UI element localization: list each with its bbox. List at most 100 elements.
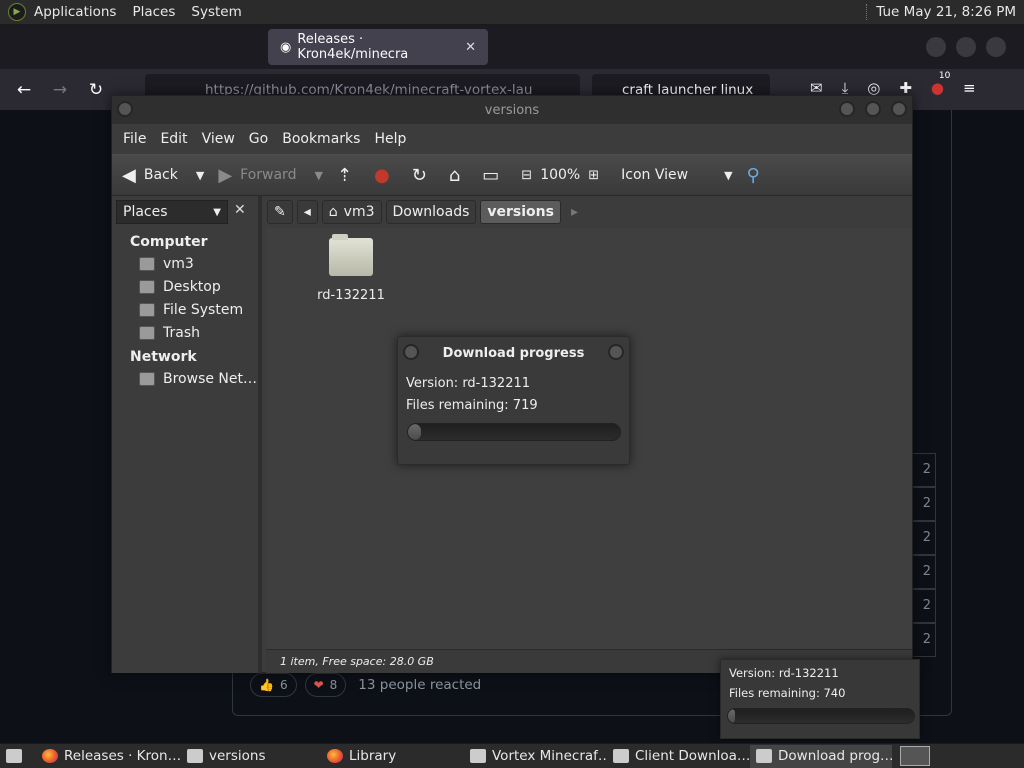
show-desktop-icon bbox=[6, 749, 22, 763]
window-title: versions bbox=[484, 102, 540, 118]
menu-bar: File Edit View Go Bookmarks Help bbox=[112, 124, 912, 154]
back-arrow-icon[interactable]: ← bbox=[6, 80, 42, 100]
sidebar-item-browse-network[interactable]: Browse Net… bbox=[139, 371, 257, 387]
distro-logo-icon[interactable]: ▶ bbox=[8, 3, 26, 21]
menu-go[interactable]: Go bbox=[242, 131, 275, 147]
menu-help[interactable]: Help bbox=[367, 131, 413, 147]
reload-icon: ↻ bbox=[411, 164, 427, 186]
menu-applications[interactable]: Applications bbox=[26, 4, 124, 20]
forward-icon: ▶ bbox=[218, 164, 233, 186]
download-progress-dialog: Download progress Version: rd-132211 Fil… bbox=[397, 336, 630, 465]
edit-location-button[interactable]: ✎ bbox=[267, 200, 293, 224]
browser-tab-strip: ◉ Releases · Kron4ek/minecra ✕ bbox=[0, 25, 1024, 69]
chevron-down-icon[interactable]: ▼ bbox=[314, 169, 322, 182]
path-crumb-versions[interactable]: versions bbox=[480, 200, 561, 224]
menu-file[interactable]: File bbox=[116, 131, 153, 147]
top-panel: ▶ Applications Places System Tue May 21,… bbox=[0, 0, 1024, 25]
browser-window-controls bbox=[926, 37, 1024, 57]
stop-button[interactable]: ● bbox=[374, 165, 398, 186]
path-back-button[interactable]: ◂ bbox=[296, 200, 318, 224]
firefox-icon bbox=[327, 749, 343, 763]
show-desktop-button[interactable] bbox=[0, 745, 36, 768]
sidebar-item-label: Desktop bbox=[163, 279, 221, 295]
sidebar-selector[interactable]: Places ▼ bbox=[116, 200, 228, 224]
home-button[interactable]: ⌂ bbox=[449, 165, 468, 186]
trash-icon bbox=[139, 326, 155, 340]
search-button[interactable]: ⚲ bbox=[747, 165, 768, 186]
close-tab-icon[interactable]: ✕ bbox=[465, 40, 476, 55]
menu-edit[interactable]: Edit bbox=[153, 131, 194, 147]
maximize-button[interactable] bbox=[956, 37, 976, 57]
sidebar-item-label: File System bbox=[163, 302, 244, 318]
version-text: Version: rd-132211 bbox=[729, 666, 839, 680]
sidebar-item-label: Browse Net… bbox=[163, 371, 258, 387]
home-icon: ⌂ bbox=[448, 164, 461, 186]
zoom-in-icon[interactable]: ⊞ bbox=[588, 168, 599, 183]
sidebar-item-desktop[interactable]: Desktop bbox=[139, 279, 221, 295]
sidebar-item-vm3[interactable]: vm3 bbox=[139, 256, 194, 272]
taskbar-item-releases[interactable]: Releases · Kron… bbox=[36, 745, 181, 768]
clock[interactable]: Tue May 21, 8:26 PM bbox=[876, 4, 1024, 20]
thumbs-up-reaction[interactable]: 👍 6 bbox=[250, 673, 297, 697]
taskbar-item-download-progress[interactable]: Download prog… bbox=[750, 744, 892, 768]
desktop-icon bbox=[139, 280, 155, 294]
computer-button[interactable]: ▭ bbox=[482, 165, 507, 186]
minimize-button[interactable] bbox=[926, 37, 946, 57]
taskbar: Releases · Kron… versions Library Vortex… bbox=[0, 743, 1024, 768]
dialog-titlebar[interactable]: Download progress bbox=[398, 337, 629, 369]
heart-reaction[interactable]: ❤ 8 bbox=[304, 673, 347, 697]
minimize-button[interactable] bbox=[839, 101, 855, 117]
view-mode-label: Icon View bbox=[621, 167, 689, 183]
browser-tab-releases[interactable]: ◉ Releases · Kron4ek/minecra ✕ bbox=[268, 29, 488, 65]
menu-system[interactable]: System bbox=[183, 4, 249, 20]
window-menu-button[interactable] bbox=[117, 101, 133, 117]
menu-view[interactable]: View bbox=[195, 131, 242, 147]
taskbar-item-library[interactable]: Library bbox=[321, 745, 464, 768]
close-button[interactable] bbox=[891, 101, 907, 117]
reload-button[interactable]: ↻ bbox=[412, 165, 435, 186]
taskbar-item-versions[interactable]: versions bbox=[181, 745, 321, 768]
workspace-switcher[interactable] bbox=[900, 746, 930, 766]
zoom-out-icon[interactable]: ⊟ bbox=[521, 168, 532, 183]
forward-arrow-icon[interactable]: → bbox=[42, 80, 78, 100]
reload-icon[interactable]: ↻ bbox=[78, 80, 114, 100]
ublock-badge: 10 bbox=[938, 71, 951, 81]
progress-bar bbox=[727, 708, 915, 724]
path-crumb-downloads[interactable]: Downloads bbox=[385, 200, 477, 224]
view-mode-select[interactable]: Icon View ▼ bbox=[621, 167, 732, 183]
close-icon[interactable]: ✕ bbox=[234, 202, 246, 218]
path-crumb-vm3[interactable]: ⌂ vm3 bbox=[321, 200, 382, 224]
close-button[interactable] bbox=[986, 37, 1006, 57]
reacted-text: 13 people reacted bbox=[358, 677, 482, 693]
menu-icon[interactable]: ≡ bbox=[963, 79, 976, 97]
up-button[interactable]: ⇡ bbox=[337, 165, 360, 186]
thumbs-up-icon: 👍 bbox=[259, 678, 274, 692]
path-forward-button[interactable]: ▸ bbox=[565, 200, 584, 224]
zoom-level: 100% bbox=[540, 167, 581, 183]
taskbar-item-label: Client Downloa… bbox=[635, 748, 750, 764]
sidebar-item-trash[interactable]: Trash bbox=[139, 325, 200, 341]
zoom-control[interactable]: ⊟ 100% ⊞ bbox=[521, 167, 607, 183]
heart-icon: ❤ bbox=[313, 678, 324, 692]
sidebar-item-file-system[interactable]: File System bbox=[139, 302, 243, 318]
back-button[interactable]: ◀ Back ▼ bbox=[122, 165, 204, 186]
close-button[interactable] bbox=[608, 344, 624, 360]
window-titlebar[interactable]: versions bbox=[112, 96, 912, 124]
chevron-right-icon: ▸ bbox=[570, 204, 578, 220]
dialog-title: Download progress bbox=[442, 345, 585, 361]
window-menu-button[interactable] bbox=[403, 344, 419, 360]
progress-fill bbox=[408, 424, 421, 440]
menu-bookmarks[interactable]: Bookmarks bbox=[275, 131, 367, 147]
drive-icon bbox=[139, 303, 155, 317]
chevron-down-icon[interactable]: ▼ bbox=[196, 169, 204, 182]
stop-icon: ● bbox=[374, 164, 390, 186]
taskbar-item-client-download[interactable]: Client Downloa… bbox=[607, 745, 750, 768]
menu-places[interactable]: Places bbox=[124, 4, 183, 20]
forward-button[interactable]: ▶ Forward ▼ bbox=[218, 165, 323, 186]
home-folder-icon bbox=[139, 257, 155, 271]
taskbar-item-vortex[interactable]: Vortex Minecraf… bbox=[464, 745, 607, 768]
ublock-icon[interactable]: ● 10 bbox=[931, 71, 950, 97]
maximize-button[interactable] bbox=[865, 101, 881, 117]
folder-item[interactable]: rd-132211 bbox=[311, 234, 391, 303]
progress-bar bbox=[407, 423, 621, 441]
